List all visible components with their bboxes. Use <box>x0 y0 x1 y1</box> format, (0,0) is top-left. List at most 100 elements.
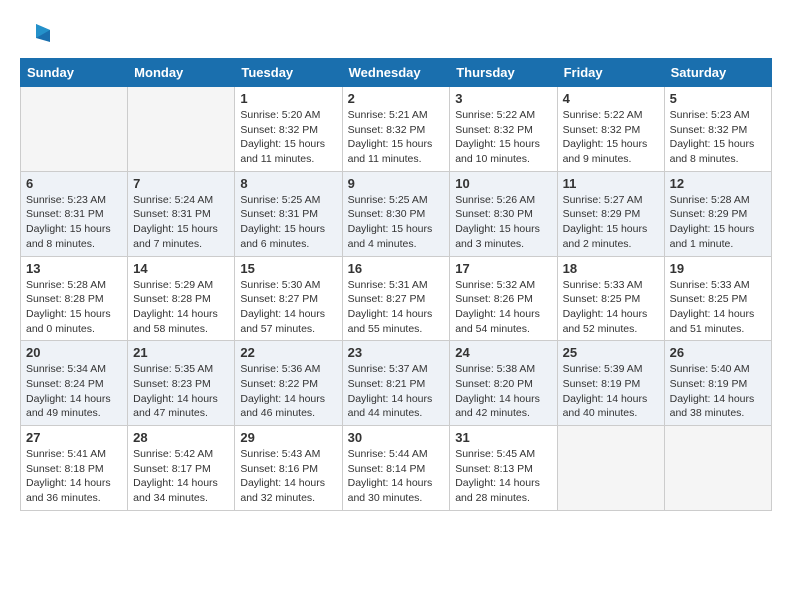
day-info: Sunrise: 5:32 AMSunset: 8:26 PMDaylight:… <box>455 278 551 337</box>
day-info: Sunrise: 5:37 AMSunset: 8:21 PMDaylight:… <box>348 362 445 421</box>
day-number: 15 <box>240 261 336 276</box>
day-number: 12 <box>670 176 766 191</box>
calendar-week-row: 6Sunrise: 5:23 AMSunset: 8:31 PMDaylight… <box>21 171 772 256</box>
calendar-cell: 18Sunrise: 5:33 AMSunset: 8:25 PMDayligh… <box>557 256 664 341</box>
calendar-cell: 13Sunrise: 5:28 AMSunset: 8:28 PMDayligh… <box>21 256 128 341</box>
day-number: 21 <box>133 345 229 360</box>
calendar-cell: 11 Sunrise: 5:27 AMSunset: 8:29 PMDayligh… <box>557 171 664 256</box>
day-info: Sunrise: 5:28 AMSunset: 8:28 PMDaylight:… <box>26 278 122 337</box>
calendar-cell: 20 Sunrise: 5:34 AMSunset: 8:24 PMDayligh… <box>21 341 128 426</box>
day-number: 11 <box>563 176 659 191</box>
calendar-cell: 22 Sunrise: 5:36 AMSunset: 8:22 PMDayligh… <box>235 341 342 426</box>
calendar-cell: 31 Sunrise: 5:45 AMSunset: 8:13 PMDayligh… <box>450 426 557 511</box>
day-number: 1 <box>240 91 336 106</box>
day-info: Sunrise: 5:24 AMSunset: 8:31 PMDaylight:… <box>133 193 229 252</box>
calendar-day-header: Tuesday <box>235 59 342 87</box>
day-number: 3 <box>455 91 551 106</box>
calendar-cell: 9Sunrise: 5:25 AMSunset: 8:30 PMDaylight… <box>342 171 450 256</box>
calendar-day-header: Friday <box>557 59 664 87</box>
calendar-cell: 5 Sunrise: 5:23 AMSunset: 8:32 PMDaylight… <box>664 87 771 172</box>
day-number: 25 <box>563 345 659 360</box>
calendar-cell: 17 Sunrise: 5:32 AMSunset: 8:26 PMDayligh… <box>450 256 557 341</box>
calendar-cell: 29 Sunrise: 5:43 AMSunset: 8:16 PMDayligh… <box>235 426 342 511</box>
calendar-cell: 8 Sunrise: 5:25 AMSunset: 8:31 PMDaylight… <box>235 171 342 256</box>
day-info: Sunrise: 5:33 AMSunset: 8:25 PMDaylight:… <box>670 278 766 337</box>
day-info: Sunrise: 5:22 AMSunset: 8:32 PMDaylight:… <box>563 108 659 167</box>
day-number: 17 <box>455 261 551 276</box>
day-number: 4 <box>563 91 659 106</box>
calendar-header-row: SundayMondayTuesdayWednesdayThursdayFrid… <box>21 59 772 87</box>
day-info: Sunrise: 5:31 AMSunset: 8:27 PMDaylight:… <box>348 278 445 337</box>
day-info: Sunrise: 5:27 AMSunset: 8:29 PMDaylight:… <box>563 193 659 252</box>
calendar-cell: 28Sunrise: 5:42 AMSunset: 8:17 PMDayligh… <box>128 426 235 511</box>
calendar-day-header: Saturday <box>664 59 771 87</box>
day-number: 24 <box>455 345 551 360</box>
calendar-cell: 19 Sunrise: 5:33 AMSunset: 8:25 PMDayligh… <box>664 256 771 341</box>
calendar-cell: 25 Sunrise: 5:39 AMSunset: 8:19 PMDayligh… <box>557 341 664 426</box>
day-info: Sunrise: 5:34 AMSunset: 8:24 PMDaylight:… <box>26 362 122 421</box>
calendar-cell: 23 Sunrise: 5:37 AMSunset: 8:21 PMDayligh… <box>342 341 450 426</box>
calendar-cell: 12 Sunrise: 5:28 AMSunset: 8:29 PMDayligh… <box>664 171 771 256</box>
calendar-cell: 15 Sunrise: 5:30 AMSunset: 8:27 PMDayligh… <box>235 256 342 341</box>
day-info: Sunrise: 5:44 AMSunset: 8:14 PMDaylight:… <box>348 447 445 506</box>
logo-icon <box>22 16 54 48</box>
day-info: Sunrise: 5:33 AMSunset: 8:25 PMDaylight:… <box>563 278 659 337</box>
day-info: Sunrise: 5:41 AMSunset: 8:18 PMDaylight:… <box>26 447 122 506</box>
calendar-cell <box>664 426 771 511</box>
day-info: Sunrise: 5:29 AMSunset: 8:28 PMDaylight:… <box>133 278 229 337</box>
day-number: 5 <box>670 91 766 106</box>
day-number: 22 <box>240 345 336 360</box>
calendar-cell: 24 Sunrise: 5:38 AMSunset: 8:20 PMDayligh… <box>450 341 557 426</box>
day-info: Sunrise: 5:39 AMSunset: 8:19 PMDaylight:… <box>563 362 659 421</box>
day-number: 19 <box>670 261 766 276</box>
day-info: Sunrise: 5:35 AMSunset: 8:23 PMDaylight:… <box>133 362 229 421</box>
day-number: 2 <box>348 91 445 106</box>
day-number: 9 <box>348 176 445 191</box>
day-info: Sunrise: 5:30 AMSunset: 8:27 PMDaylight:… <box>240 278 336 337</box>
calendar-cell: 14 Sunrise: 5:29 AMSunset: 8:28 PMDayligh… <box>128 256 235 341</box>
calendar-day-header: Wednesday <box>342 59 450 87</box>
day-number: 20 <box>26 345 122 360</box>
calendar-table: SundayMondayTuesdayWednesdayThursdayFrid… <box>20 58 772 511</box>
logo <box>20 16 54 48</box>
day-number: 29 <box>240 430 336 445</box>
day-info: Sunrise: 5:38 AMSunset: 8:20 PMDaylight:… <box>455 362 551 421</box>
day-info: Sunrise: 5:22 AMSunset: 8:32 PMDaylight:… <box>455 108 551 167</box>
calendar-cell: 7Sunrise: 5:24 AMSunset: 8:31 PMDaylight… <box>128 171 235 256</box>
day-number: 28 <box>133 430 229 445</box>
calendar-cell <box>128 87 235 172</box>
day-number: 23 <box>348 345 445 360</box>
calendar-cell: 6Sunrise: 5:23 AMSunset: 8:31 PMDaylight… <box>21 171 128 256</box>
day-info: Sunrise: 5:20 AMSunset: 8:32 PMDaylight:… <box>240 108 336 167</box>
calendar-cell: 4 Sunrise: 5:22 AMSunset: 8:32 PMDaylight… <box>557 87 664 172</box>
day-info: Sunrise: 5:45 AMSunset: 8:13 PMDaylight:… <box>455 447 551 506</box>
calendar-day-header: Sunday <box>21 59 128 87</box>
calendar-cell: 1 Sunrise: 5:20 AMSunset: 8:32 PMDaylight… <box>235 87 342 172</box>
calendar-cell: 27 Sunrise: 5:41 AMSunset: 8:18 PMDayligh… <box>21 426 128 511</box>
calendar-cell: 21 Sunrise: 5:35 AMSunset: 8:23 PMDayligh… <box>128 341 235 426</box>
day-number: 30 <box>348 430 445 445</box>
day-number: 14 <box>133 261 229 276</box>
calendar-cell: 16 Sunrise: 5:31 AMSunset: 8:27 PMDayligh… <box>342 256 450 341</box>
day-number: 31 <box>455 430 551 445</box>
calendar-cell: 26Sunrise: 5:40 AMSunset: 8:19 PMDayligh… <box>664 341 771 426</box>
day-number: 26 <box>670 345 766 360</box>
calendar-cell: 30 Sunrise: 5:44 AMSunset: 8:14 PMDayligh… <box>342 426 450 511</box>
calendar-week-row: 13Sunrise: 5:28 AMSunset: 8:28 PMDayligh… <box>21 256 772 341</box>
calendar-cell: 2Sunrise: 5:21 AMSunset: 8:32 PMDaylight… <box>342 87 450 172</box>
day-info: Sunrise: 5:25 AMSunset: 8:31 PMDaylight:… <box>240 193 336 252</box>
day-number: 8 <box>240 176 336 191</box>
day-info: Sunrise: 5:36 AMSunset: 8:22 PMDaylight:… <box>240 362 336 421</box>
calendar-week-row: 27 Sunrise: 5:41 AMSunset: 8:18 PMDayligh… <box>21 426 772 511</box>
day-info: Sunrise: 5:43 AMSunset: 8:16 PMDaylight:… <box>240 447 336 506</box>
calendar-week-row: 1 Sunrise: 5:20 AMSunset: 8:32 PMDaylight… <box>21 87 772 172</box>
calendar-cell: 3 Sunrise: 5:22 AMSunset: 8:32 PMDaylight… <box>450 87 557 172</box>
calendar-day-header: Thursday <box>450 59 557 87</box>
calendar-cell <box>21 87 128 172</box>
day-info: Sunrise: 5:23 AMSunset: 8:32 PMDaylight:… <box>670 108 766 167</box>
day-number: 16 <box>348 261 445 276</box>
day-number: 10 <box>455 176 551 191</box>
day-number: 27 <box>26 430 122 445</box>
day-info: Sunrise: 5:28 AMSunset: 8:29 PMDaylight:… <box>670 193 766 252</box>
page-header <box>20 16 772 48</box>
